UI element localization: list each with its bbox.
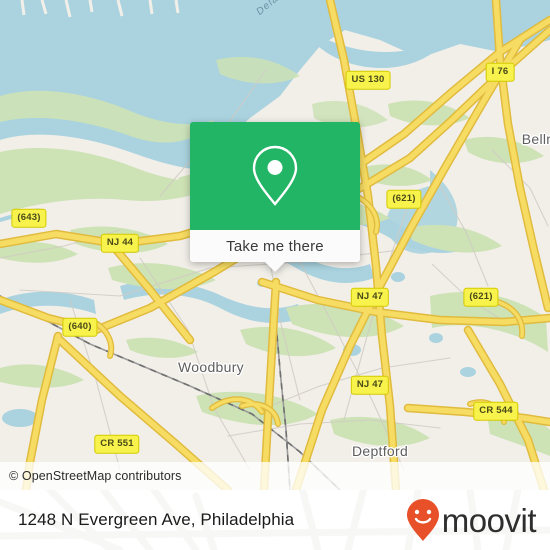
- moovit-wordmark: moovit: [441, 501, 537, 539]
- footer-bar: 1248 N Evergreen Ave, Philadelphia moovi…: [0, 490, 550, 550]
- road-shield: I 76: [485, 62, 515, 82]
- place-label-bellmawr: Bellm: [521, 131, 550, 147]
- map-canvas[interactable]: Delaw US 130 I 76 (643) NJ 44 (621) NJ 4…: [0, 0, 550, 490]
- location-popup-card[interactable]: Take me there: [190, 122, 360, 272]
- moovit-pin-icon: [406, 499, 439, 541]
- popup-icon-area: [190, 122, 360, 230]
- road-shield: NJ 44: [100, 233, 140, 253]
- road-shield: (640): [62, 317, 98, 337]
- attribution-text: © OpenStreetMap contributors: [9, 469, 182, 483]
- road-shield: (621): [386, 189, 422, 209]
- road-shield: CR 544: [473, 401, 519, 421]
- moovit-map-share-card: Delaw US 130 I 76 (643) NJ 44 (621) NJ 4…: [0, 0, 550, 550]
- map-pin-icon: [252, 145, 298, 206]
- take-me-there-label: Take me there: [226, 237, 324, 255]
- popup-action-area[interactable]: Take me there: [190, 230, 360, 272]
- road-shield: CR 551: [94, 434, 140, 454]
- place-label-woodbury: Woodbury: [178, 359, 244, 375]
- map-attribution: © OpenStreetMap contributors: [0, 462, 550, 490]
- road-shield: NJ 47: [350, 375, 390, 395]
- road-shield: NJ 47: [350, 287, 390, 307]
- address-label: 1248 N Evergreen Ave, Philadelphia: [18, 510, 295, 529]
- road-shield: (643): [11, 208, 47, 228]
- place-label-deptford: Deptford: [351, 443, 409, 459]
- moovit-logo[interactable]: moovit: [406, 498, 537, 542]
- road-shield: (621): [463, 287, 499, 307]
- popup-pointer: [264, 261, 286, 272]
- road-shield: US 130: [345, 70, 391, 90]
